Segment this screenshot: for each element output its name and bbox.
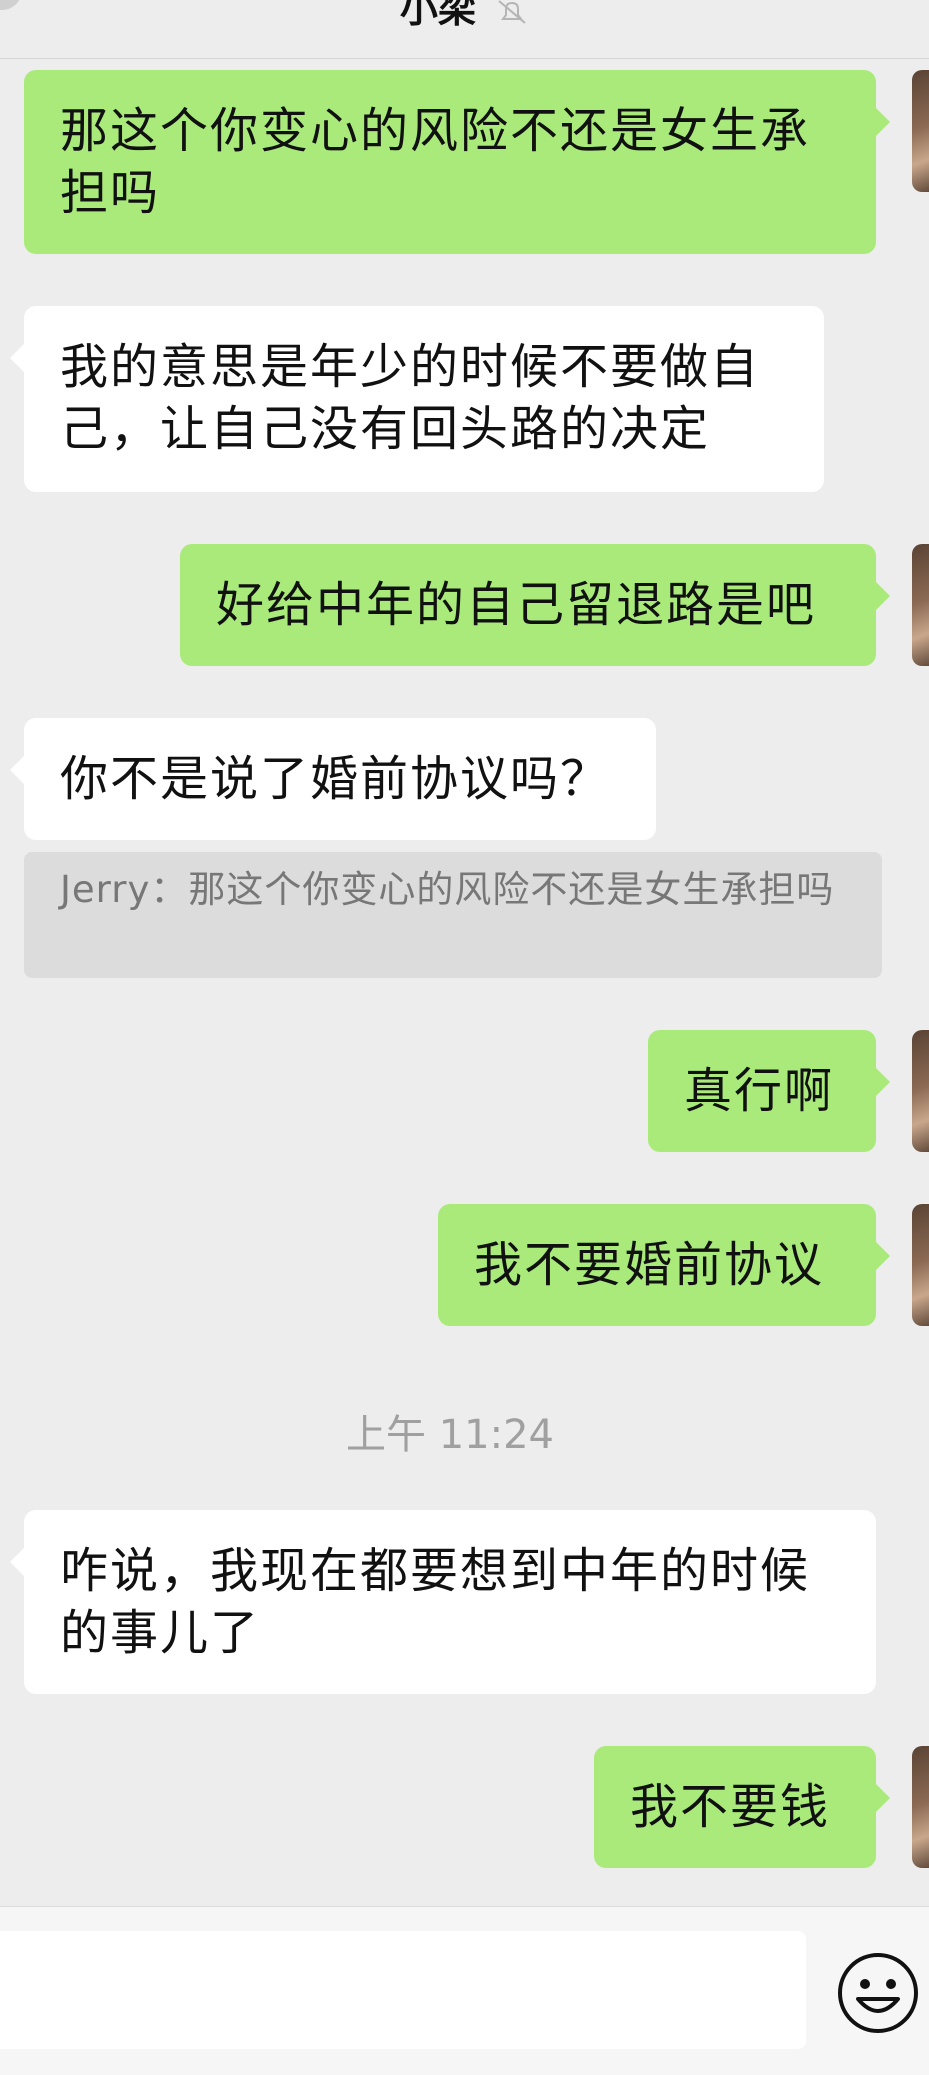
quoted-reply[interactable]: Jerry：那这个你变心的风险不还是女生承担吗	[24, 852, 882, 978]
message-bubble-outgoing[interactable]: 那这个你变心的风险不还是女生承担吗	[24, 70, 890, 254]
message-text: 真行啊	[684, 1063, 835, 1119]
message-input[interactable]	[0, 1931, 806, 2049]
avatar[interactable]	[912, 1030, 929, 1152]
message-text: 咋说，我现在都要想到中年的时候的事儿了	[60, 1543, 811, 1661]
message-bubble-incoming[interactable]: 你不是说了婚前协议吗？	[10, 718, 656, 840]
quoted-reply-text: Jerry：那这个你变心的风险不还是女生承担吗	[60, 868, 835, 911]
avatar[interactable]	[912, 544, 929, 666]
message-bubble-incoming[interactable]: 咋说，我现在都要想到中年的时候的事儿了	[10, 1510, 876, 1694]
message-text: 好给中年的自己留退路是吧	[216, 577, 817, 633]
message-text: 我的意思是年少的时候不要做自己，让自己没有回头路的决定	[60, 339, 761, 457]
mute-bell-icon	[498, 0, 526, 24]
message-text: 我不要婚前协议	[474, 1237, 825, 1293]
chat-title-text: 小梁	[399, 0, 476, 31]
message-bubble-outgoing[interactable]: 真行啊	[648, 1030, 890, 1152]
message-bubble-outgoing[interactable]: 好给中年的自己留退路是吧	[180, 544, 890, 666]
message-bubble-outgoing[interactable]: 我不要婚前协议	[438, 1204, 890, 1326]
message-text: 那这个你变心的风险不还是女生承担吗	[60, 103, 811, 221]
message-text: 我不要钱	[630, 1779, 831, 1835]
avatar[interactable]	[912, 1204, 929, 1326]
smiley-icon[interactable]	[836, 1951, 920, 2035]
chat-title[interactable]: 小梁	[0, 0, 929, 33]
message-bubble-incoming[interactable]: 我的意思是年少的时候不要做自己，让自己没有回头路的决定	[10, 306, 824, 492]
avatar[interactable]	[912, 70, 929, 192]
avatar[interactable]	[912, 1746, 929, 1868]
message-bubble-outgoing[interactable]: 我不要钱	[594, 1746, 890, 1868]
message-timestamp: 上午 11:24	[346, 1412, 554, 1458]
chat-header: 小梁	[0, 0, 929, 59]
message-text: 你不是说了婚前协议吗？	[60, 751, 611, 807]
input-bar	[0, 1906, 929, 2075]
